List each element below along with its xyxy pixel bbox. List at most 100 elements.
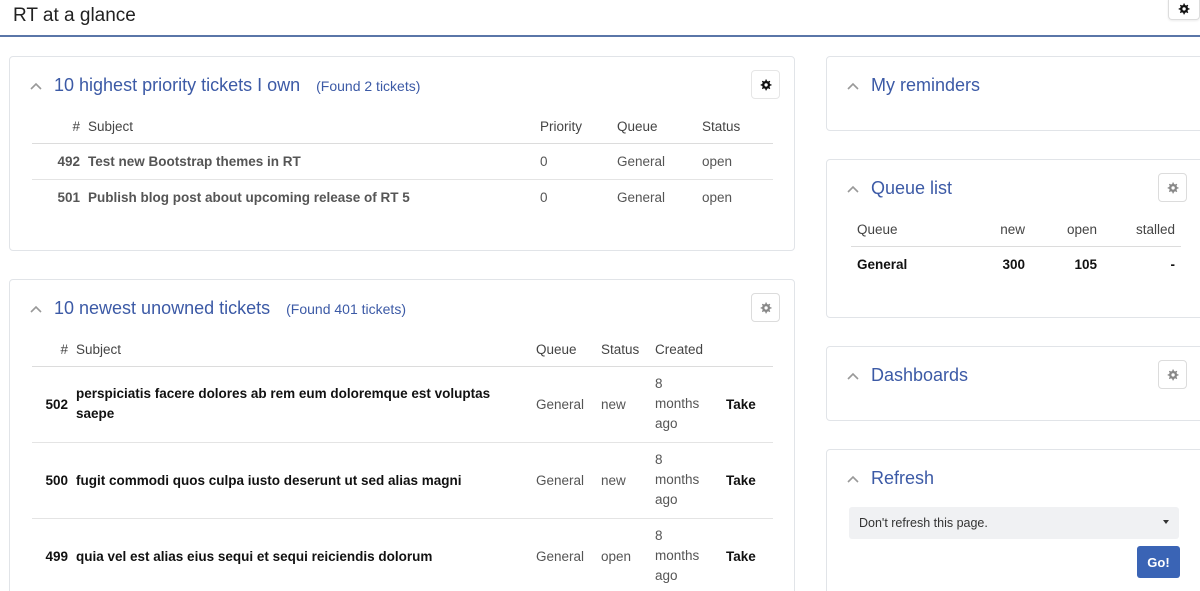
- created-part: ago: [655, 568, 678, 583]
- panel-settings-button[interactable]: [751, 70, 780, 99]
- refresh-interval-select[interactable]: Don't refresh this page.: [849, 507, 1179, 539]
- top-bar: RT at a glance: [0, 0, 1200, 37]
- gear-icon: [760, 78, 772, 90]
- created-part: ago: [655, 416, 678, 431]
- gear-icon: [1178, 2, 1190, 14]
- go-button[interactable]: Go!: [1137, 546, 1180, 578]
- take-link[interactable]: Take: [722, 366, 773, 443]
- col-status[interactable]: Status: [698, 110, 773, 144]
- ticket-priority: 0: [540, 189, 548, 205]
- panel-settings-button[interactable]: [1158, 173, 1187, 202]
- panel-header: 10 newest unowned tickets (Found 401 tic…: [30, 298, 406, 319]
- ticket-number[interactable]: 492: [32, 143, 84, 180]
- panel-header: Queue list: [847, 178, 952, 199]
- panel-title[interactable]: My reminders: [871, 75, 980, 96]
- col-queue[interactable]: Queue: [613, 110, 698, 144]
- gear-icon: [760, 301, 772, 313]
- panel-title[interactable]: Dashboards: [871, 365, 968, 386]
- priority-tickets-table: # Subject Priority Queue Status 492 Test…: [32, 110, 773, 215]
- created-part: ago: [655, 492, 678, 507]
- ticket-subject[interactable]: Test new Bootstrap themes in RT: [84, 143, 536, 180]
- queue-list-panel: Queue list Queue new open stalled Genera…: [826, 159, 1200, 318]
- col-open: open: [1031, 213, 1103, 247]
- dashboards-panel: Dashboards: [826, 346, 1200, 421]
- chevron-up-icon[interactable]: [847, 370, 859, 382]
- queue-stalled-count[interactable]: -: [1103, 246, 1181, 282]
- col-num[interactable]: #: [32, 110, 84, 144]
- reminders-panel: My reminders: [826, 56, 1200, 131]
- ticket-queue: General: [532, 366, 597, 443]
- created-part: 8: [655, 376, 663, 391]
- created-part: 8: [655, 528, 663, 543]
- panel-title[interactable]: Refresh: [871, 468, 934, 489]
- col-created[interactable]: Created: [651, 333, 722, 367]
- queue-name[interactable]: General: [851, 246, 961, 282]
- queue-list-table: Queue new open stalled General 300 105 -: [851, 213, 1181, 282]
- table-row: General 300 105 -: [851, 246, 1181, 282]
- col-num[interactable]: #: [32, 333, 72, 367]
- ticket-number[interactable]: 501: [32, 179, 84, 215]
- table-row: 499 quia vel est alias eius sequi et seq…: [32, 518, 773, 591]
- found-count: (Found 401 tickets): [286, 300, 406, 317]
- ticket-status: open: [698, 143, 773, 180]
- ticket-created: 8 months ago: [651, 366, 722, 443]
- caret-down-icon: [1163, 520, 1169, 524]
- table-row: 492 Test new Bootstrap themes in RT 0 Ge…: [32, 143, 773, 180]
- panel-header: Dashboards: [847, 365, 968, 386]
- ticket-created: 8 months ago: [651, 442, 722, 519]
- table-row: 502 perspiciatis facere dolores ab rem e…: [32, 366, 773, 443]
- selected-option: Don't refresh this page.: [859, 516, 988, 530]
- ticket-subject[interactable]: fugit commodi quos culpa iusto deserunt …: [72, 442, 532, 519]
- panel-title[interactable]: 10 highest priority tickets I own: [54, 75, 300, 96]
- chevron-up-icon[interactable]: [847, 80, 859, 92]
- panel-title[interactable]: Queue list: [871, 178, 952, 199]
- chevron-up-icon[interactable]: [30, 80, 42, 92]
- unowned-tickets-table: # Subject Queue Status Created 502 persp…: [32, 333, 773, 591]
- ticket-status: new: [597, 442, 651, 519]
- col-new: new: [961, 213, 1031, 247]
- chevron-up-icon[interactable]: [847, 473, 859, 485]
- col-status[interactable]: Status: [597, 333, 651, 367]
- chevron-up-icon[interactable]: [30, 303, 42, 315]
- panel-header: 10 highest priority tickets I own (Found…: [30, 75, 420, 96]
- take-link[interactable]: Take: [722, 518, 773, 591]
- panel-title[interactable]: 10 newest unowned tickets: [54, 298, 270, 319]
- take-link[interactable]: Take: [722, 442, 773, 519]
- ticket-number[interactable]: 502: [32, 366, 72, 443]
- col-queue[interactable]: Queue: [532, 333, 597, 367]
- col-subject[interactable]: Subject: [72, 333, 532, 367]
- table-row: 500 fugit commodi quos culpa iusto deser…: [32, 442, 773, 519]
- unowned-tickets-panel: 10 newest unowned tickets (Found 401 tic…: [9, 279, 795, 591]
- ticket-subject[interactable]: perspiciatis facere dolores ab rem eum d…: [72, 366, 532, 443]
- col-subject[interactable]: Subject: [84, 110, 536, 144]
- ticket-number[interactable]: 500: [32, 442, 72, 519]
- priority-tickets-panel: 10 highest priority tickets I own (Found…: [9, 56, 795, 251]
- ticket-queue: General: [617, 189, 666, 205]
- queue-new-count[interactable]: 300: [961, 246, 1031, 282]
- panel-settings-button[interactable]: [1158, 360, 1187, 389]
- ticket-status: open: [702, 189, 733, 205]
- queue-open-count[interactable]: 105: [1031, 246, 1103, 282]
- page-title: RT at a glance: [13, 5, 136, 26]
- ticket-queue: General: [532, 518, 597, 591]
- created-part: months: [655, 548, 700, 563]
- panel-settings-button[interactable]: [751, 293, 780, 322]
- col-action: [722, 333, 773, 367]
- chevron-up-icon[interactable]: [847, 183, 859, 195]
- col-priority[interactable]: Priority: [536, 110, 613, 144]
- col-queue: Queue: [851, 213, 961, 247]
- created-part: months: [655, 396, 700, 411]
- refresh-panel: Refresh Don't refresh this page. Go!: [826, 449, 1200, 591]
- ticket-subject[interactable]: quia vel est alias eius sequi et sequi r…: [72, 518, 532, 591]
- panel-header: Refresh: [847, 468, 934, 489]
- ticket-subject[interactable]: Publish blog post about upcoming release…: [84, 179, 536, 215]
- panel-header: My reminders: [847, 75, 980, 96]
- ticket-created: 8 months ago: [651, 518, 722, 591]
- created-part: 8: [655, 452, 663, 467]
- table-row: 501 Publish blog post about upcoming rel…: [32, 179, 773, 215]
- created-part: months: [655, 472, 700, 487]
- ticket-number[interactable]: 499: [32, 518, 72, 591]
- ticket-queue: General: [613, 143, 698, 180]
- col-stalled: stalled: [1103, 213, 1181, 247]
- page-settings-button[interactable]: [1168, 0, 1200, 20]
